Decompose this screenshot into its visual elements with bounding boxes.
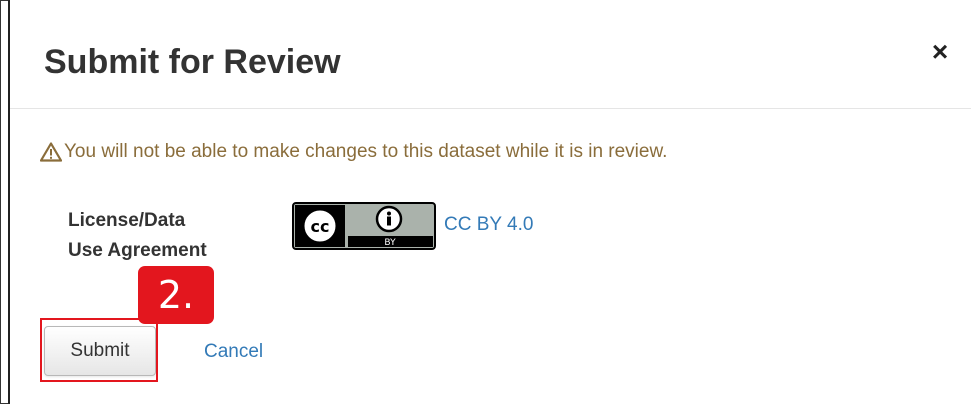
step-number-badge: 2. bbox=[138, 266, 214, 324]
warning-text: You will not be able to make changes to … bbox=[64, 141, 668, 162]
cc-by-license-link[interactable]: CC BY 4.0 bbox=[444, 213, 533, 237]
cancel-link[interactable]: Cancel bbox=[204, 340, 263, 364]
close-icon: × bbox=[931, 36, 949, 67]
modal-title: Submit for Review bbox=[44, 43, 341, 81]
warning-message: You will not be able to make changes to … bbox=[40, 140, 667, 164]
modal-header: Submit for Review × bbox=[10, 0, 971, 109]
close-button[interactable]: × bbox=[928, 38, 952, 66]
submit-button[interactable]: Submit bbox=[44, 326, 156, 376]
license-label: License/Data Use Agreement bbox=[68, 206, 268, 266]
cc-by-badge-icon[interactable]: cc BY bbox=[292, 202, 436, 250]
svg-text:BY: BY bbox=[384, 238, 396, 248]
warning-triangle-icon bbox=[40, 142, 62, 162]
svg-text:cc: cc bbox=[311, 217, 330, 236]
license-label-line2: Use Agreement bbox=[68, 240, 207, 261]
submit-review-modal: Submit for Review × You will not be able… bbox=[10, 0, 971, 404]
license-label-line1: License/Data bbox=[68, 210, 186, 231]
